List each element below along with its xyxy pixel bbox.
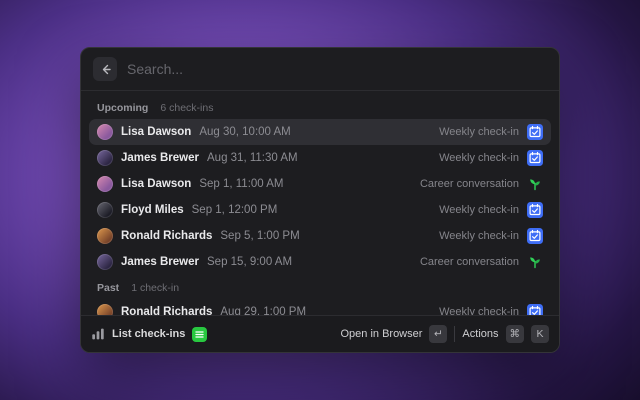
avatar xyxy=(97,304,113,315)
command-info: List check-ins xyxy=(91,326,208,342)
seedling-icon xyxy=(527,176,543,192)
avatar xyxy=(97,176,113,192)
footer-divider xyxy=(454,326,456,342)
calendar-check-icon xyxy=(527,202,543,218)
checkin-date: Aug 29, 1:00 PM xyxy=(220,306,307,315)
command-title: List check-ins xyxy=(112,328,186,340)
k-key[interactable]: K xyxy=(531,325,549,343)
checkin-type: Weekly check-in xyxy=(439,204,519,216)
checkin-date: Sep 15, 9:00 AM xyxy=(207,256,293,268)
extension-icon xyxy=(192,326,208,342)
person-name: Lisa Dawson xyxy=(121,126,192,138)
list-item[interactable]: James Brewer Aug 31, 11:30 AM Weekly che… xyxy=(89,145,551,171)
checkin-type: Weekly check-in xyxy=(439,126,519,138)
section-label: Past xyxy=(97,282,120,294)
avatar xyxy=(97,150,113,166)
person-name: Floyd Miles xyxy=(121,204,184,216)
actions-button[interactable]: Actions xyxy=(462,328,498,340)
cmd-key[interactable]: ⌘ xyxy=(505,325,524,343)
search-input[interactable] xyxy=(127,61,547,77)
section-count: 6 check-ins xyxy=(160,102,214,114)
avatar xyxy=(97,228,113,244)
checkin-date: Sep 5, 1:00 PM xyxy=(220,230,300,242)
calendar-check-icon xyxy=(527,304,543,315)
section-count: 1 check-in xyxy=(131,282,180,294)
list-item[interactable]: James Brewer Sep 15, 9:00 AM Career conv… xyxy=(89,249,551,275)
checkin-type: Career conversation xyxy=(419,178,519,190)
list-item[interactable]: Floyd Miles Sep 1, 12:00 PM Weekly check… xyxy=(89,197,551,223)
list-item[interactable]: Ronald Richards Aug 29, 1:00 PM Weekly c… xyxy=(89,299,551,315)
person-name: Ronald Richards xyxy=(121,306,213,315)
enter-key[interactable]: ↵ xyxy=(429,325,448,343)
person-name: Ronald Richards xyxy=(121,230,213,242)
avatar xyxy=(97,254,113,270)
checkin-type: Weekly check-in xyxy=(439,230,519,242)
list-item[interactable]: Ronald Richards Sep 5, 1:00 PM Weekly ch… xyxy=(89,223,551,249)
calendar-check-icon xyxy=(527,228,543,244)
seedling-icon xyxy=(527,254,543,270)
desktop-background: Upcoming 6 check-ins Lisa Dawson Aug 30,… xyxy=(0,0,640,400)
checkin-date: Sep 1, 12:00 PM xyxy=(191,204,278,216)
list-item[interactable]: Lisa Dawson Sep 1, 11:00 AM Career conve… xyxy=(89,171,551,197)
checkin-type: Weekly check-in xyxy=(439,152,519,164)
person-name: Lisa Dawson xyxy=(121,178,192,190)
checkin-type: Weekly check-in xyxy=(439,306,519,315)
avatar xyxy=(97,202,113,218)
open-in-browser-button[interactable]: Open in Browser xyxy=(340,328,422,340)
bar-chart-icon xyxy=(91,327,105,341)
back-arrow-icon xyxy=(99,63,112,76)
checkin-date: Aug 30, 10:00 AM xyxy=(199,126,291,138)
calendar-check-icon xyxy=(527,150,543,166)
checkin-type: Career conversation xyxy=(419,256,519,268)
results-list: Upcoming 6 check-ins Lisa Dawson Aug 30,… xyxy=(81,91,559,315)
back-button[interactable] xyxy=(93,57,117,81)
person-name: James Brewer xyxy=(121,256,199,268)
section-header-upcoming: Upcoming 6 check-ins xyxy=(89,95,551,119)
person-name: James Brewer xyxy=(121,152,199,164)
list-item[interactable]: Lisa Dawson Aug 30, 10:00 AM Weekly chec… xyxy=(89,119,551,145)
action-bar: List check-ins Open in Browser ↵ Actions… xyxy=(81,315,559,352)
section-header-past: Past 1 check-in xyxy=(89,275,551,299)
avatar xyxy=(97,124,113,140)
checkin-date: Sep 1, 11:00 AM xyxy=(199,178,284,190)
checkin-date: Aug 31, 11:30 AM xyxy=(207,152,298,164)
command-palette: Upcoming 6 check-ins Lisa Dawson Aug 30,… xyxy=(80,47,560,353)
section-label: Upcoming xyxy=(97,102,149,114)
calendar-check-icon xyxy=(527,124,543,140)
search-bar xyxy=(81,48,559,91)
